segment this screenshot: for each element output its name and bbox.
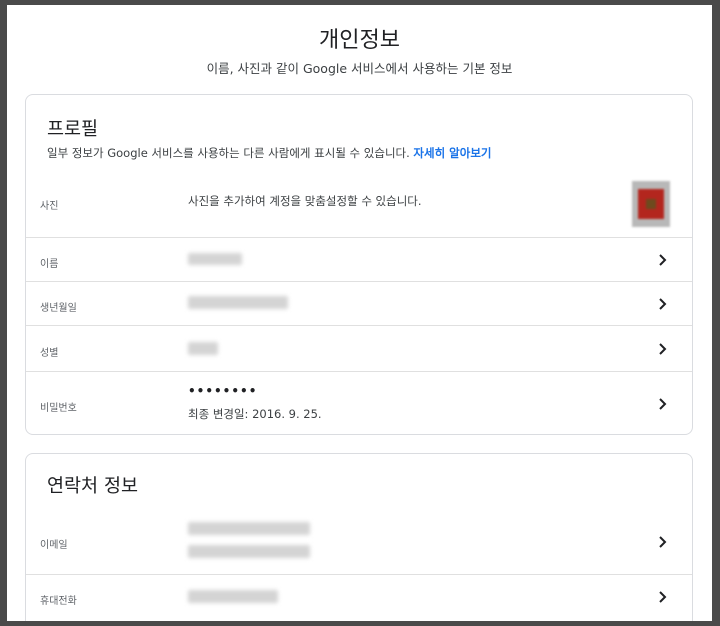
chevron-right-icon <box>656 297 670 311</box>
avatar[interactable] <box>632 181 670 227</box>
birthday-value-redacted <box>188 296 288 309</box>
personal-info-page: 개인정보 이름, 사진과 같이 Google 서비스에서 사용하는 기본 정보 … <box>7 5 712 621</box>
name-value-redacted <box>188 253 242 265</box>
chevron-right-icon <box>656 590 670 604</box>
email-label: 이메일 <box>40 540 68 551</box>
email-row[interactable]: 이메일 <box>26 514 692 574</box>
phone-value-redacted <box>188 590 278 603</box>
name-label: 이름 <box>40 259 59 270</box>
avatar-center <box>646 199 656 209</box>
profile-card-description: 일부 정보가 Google 서비스를 사용하는 다른 사람에게 표시될 수 있습… <box>47 145 492 161</box>
photo-label: 사진 <box>40 201 59 212</box>
password-label: 비밀번호 <box>40 403 77 414</box>
name-row[interactable]: 이름 <box>26 237 692 281</box>
gender-row[interactable]: 성별 <box>26 325 692 371</box>
chevron-right-icon <box>656 253 670 267</box>
learn-more-link[interactable]: 자세히 알아보기 <box>413 146 491 160</box>
gender-value-redacted <box>188 342 218 355</box>
password-mask: •••••••• <box>188 384 258 398</box>
chevron-right-icon <box>656 397 670 411</box>
contact-card: 연락처 정보 이메일 휴대전화 <box>25 453 693 621</box>
page-title: 개인정보 <box>319 28 400 53</box>
avatar-image <box>638 189 664 219</box>
password-row[interactable]: 비밀번호 •••••••• 최종 변경일: 2016. 9. 25. <box>26 371 692 435</box>
photo-row[interactable]: 사진 사진을 추가하여 계정을 맞춤설정할 수 있습니다. <box>26 175 692 237</box>
email-value-redacted-2 <box>188 545 310 558</box>
page-subtitle: 이름, 사진과 같이 Google 서비스에서 사용하는 기본 정보 <box>206 61 513 76</box>
profile-card: 프로필 일부 정보가 Google 서비스를 사용하는 다른 사람에게 표시될 … <box>25 94 693 435</box>
contact-card-title: 연락처 정보 <box>47 476 138 497</box>
phone-label: 휴대전화 <box>40 596 77 607</box>
chevron-right-icon <box>656 342 670 356</box>
chevron-right-icon <box>656 535 670 549</box>
phone-row[interactable]: 휴대전화 <box>26 574 692 618</box>
password-last-changed: 최종 변경일: 2016. 9. 25. <box>188 407 322 421</box>
birthday-label: 생년월일 <box>40 303 77 314</box>
profile-description-text: 일부 정보가 Google 서비스를 사용하는 다른 사람에게 표시될 수 있습… <box>47 146 410 160</box>
email-value-redacted-1 <box>188 522 310 535</box>
profile-card-title: 프로필 <box>47 119 99 140</box>
photo-hint: 사진을 추가하여 계정을 맞춤설정할 수 있습니다. <box>188 194 422 208</box>
gender-label: 성별 <box>40 348 59 359</box>
birthday-row[interactable]: 생년월일 <box>26 281 692 325</box>
